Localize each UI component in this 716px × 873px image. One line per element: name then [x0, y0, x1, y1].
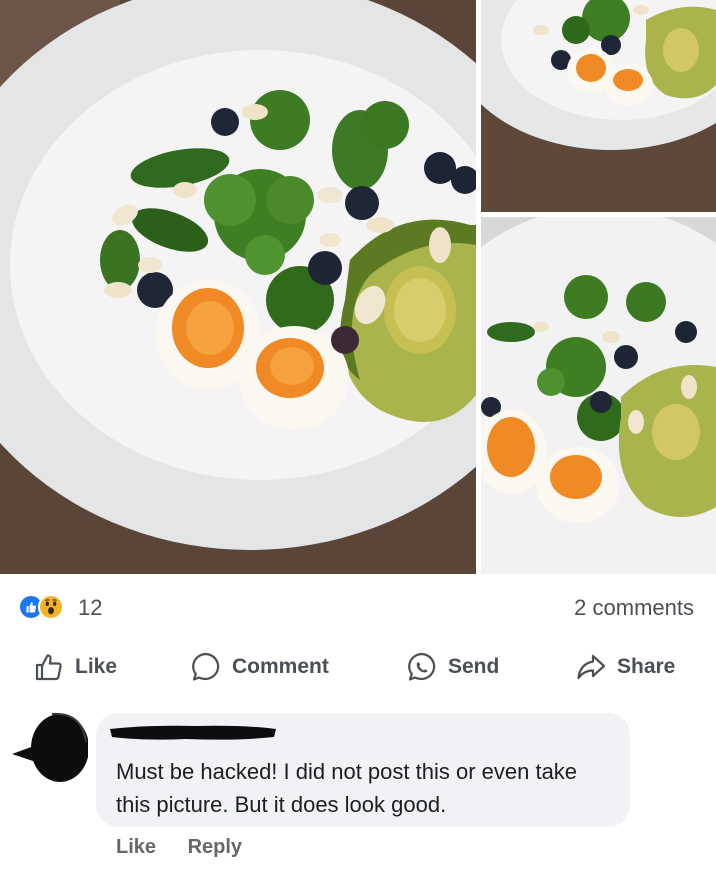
post-photo-grid — [0, 0, 716, 574]
post-photo-main[interactable] — [0, 0, 476, 574]
salad-photo-main — [0, 0, 476, 574]
salad-photo-top-right — [481, 0, 716, 212]
avatar[interactable] — [12, 712, 88, 782]
reaction-count[interactable]: 12 — [78, 595, 102, 621]
comment-like-button[interactable]: Like — [116, 836, 156, 858]
comment-reply-button[interactable]: Reply — [188, 836, 242, 858]
comment-bubble-icon — [192, 652, 220, 681]
comment-actions: Like Reply — [116, 836, 268, 859]
share-arrow-icon — [577, 654, 606, 680]
send-label: Send — [448, 655, 500, 678]
wow-reaction-icon — [38, 594, 64, 620]
comment-section: Must be hacked! I did not post this or e… — [0, 700, 716, 873]
salad-photo-bottom-right — [481, 217, 716, 574]
comment-bubble: Must be hacked! I did not post this or e… — [96, 713, 630, 827]
send-button[interactable]: Send — [406, 650, 499, 684]
like-button[interactable]: Like — [33, 650, 117, 684]
comment-text: Must be hacked! I did not post this or e… — [116, 759, 578, 817]
redacted-author-name — [110, 725, 276, 740]
messenger-icon — [408, 652, 436, 681]
share-button[interactable]: Share — [575, 650, 675, 684]
post-photo-top-right[interactable] — [481, 0, 716, 212]
share-label: Share — [617, 655, 676, 678]
like-label: Like — [75, 655, 118, 678]
post-photo-bottom-right[interactable] — [481, 217, 716, 574]
thumbs-up-icon — [35, 654, 62, 681]
comment-count[interactable]: 2 comments — [574, 595, 694, 621]
comment-label: Comment — [232, 655, 329, 678]
post-actions: Like Comment Send Share — [0, 640, 716, 694]
comment-button[interactable]: Comment — [190, 650, 329, 684]
reaction-icons[interactable] — [18, 594, 74, 620]
reactions-bar: 12 2 comments — [0, 574, 716, 640]
